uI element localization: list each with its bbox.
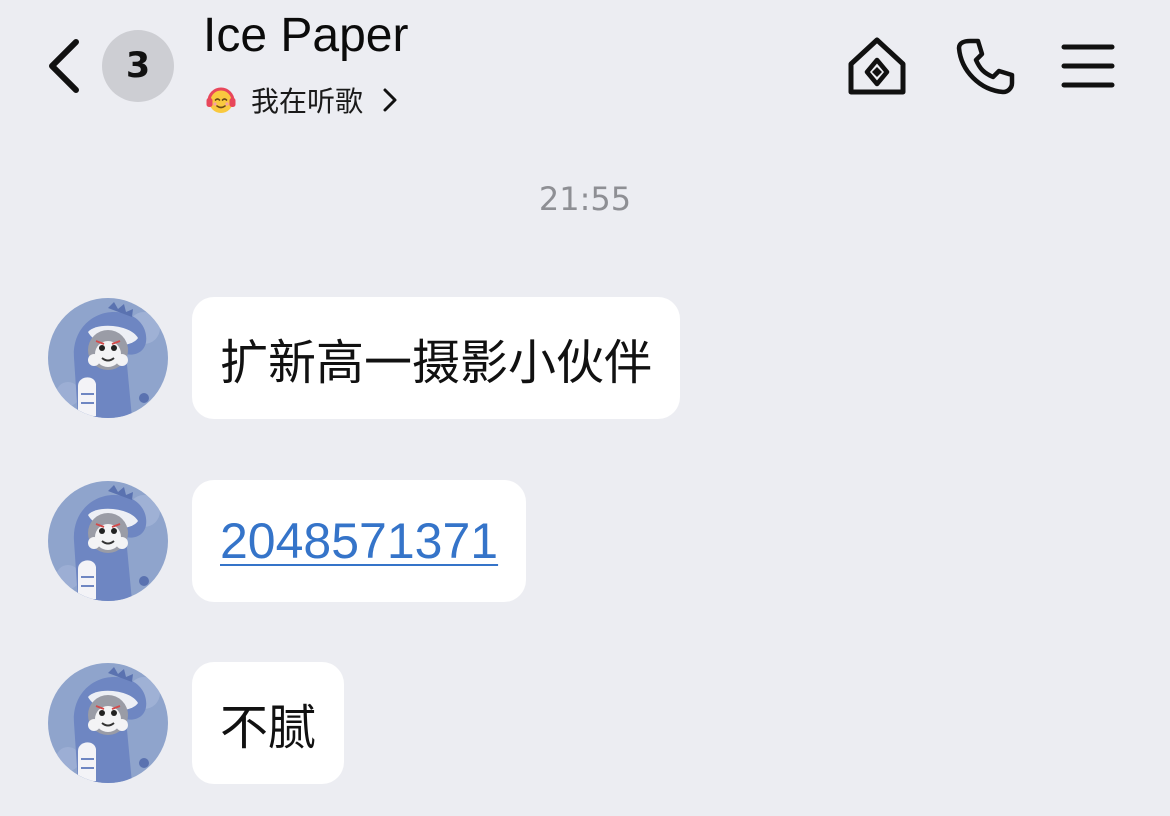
chevron-left-icon [49,39,79,93]
contact-name[interactable]: Ice Paper [203,8,408,63]
phone-icon [956,38,1015,95]
message-timestamp: 21:55 [538,180,632,218]
message-bubble[interactable]: 2048571371 [192,480,527,602]
dinosaur-avatar-icon [48,481,168,601]
chevron-right-icon [379,84,401,116]
message-row: 扩新高一摄影小伙伴 [48,296,681,420]
avatar[interactable] [48,481,168,601]
headphones-emoji-icon [205,84,237,116]
message-link[interactable]: 2048571371 [220,512,498,570]
hamburger-menu-icon [1061,44,1115,88]
back-button[interactable] [38,34,94,98]
avatar[interactable] [48,298,168,418]
contact-status[interactable]: 我在听歌 [205,80,401,120]
call-button[interactable] [953,34,1017,98]
home-button[interactable] [845,34,909,98]
message-bubble[interactable]: 不腻 [192,662,345,784]
home-icon [848,37,906,95]
message-row: 2048571371 [48,479,527,603]
dinosaur-avatar-icon [48,663,168,783]
avatar[interactable] [48,663,168,783]
menu-button[interactable] [1056,34,1120,98]
dinosaur-avatar-icon [48,298,168,418]
unread-count-badge[interactable]: 3 [102,30,174,102]
status-text: 我在听歌 [251,85,364,118]
message-row: 不腻 [48,661,345,785]
message-bubble[interactable]: 扩新高一摄影小伙伴 [192,297,681,419]
